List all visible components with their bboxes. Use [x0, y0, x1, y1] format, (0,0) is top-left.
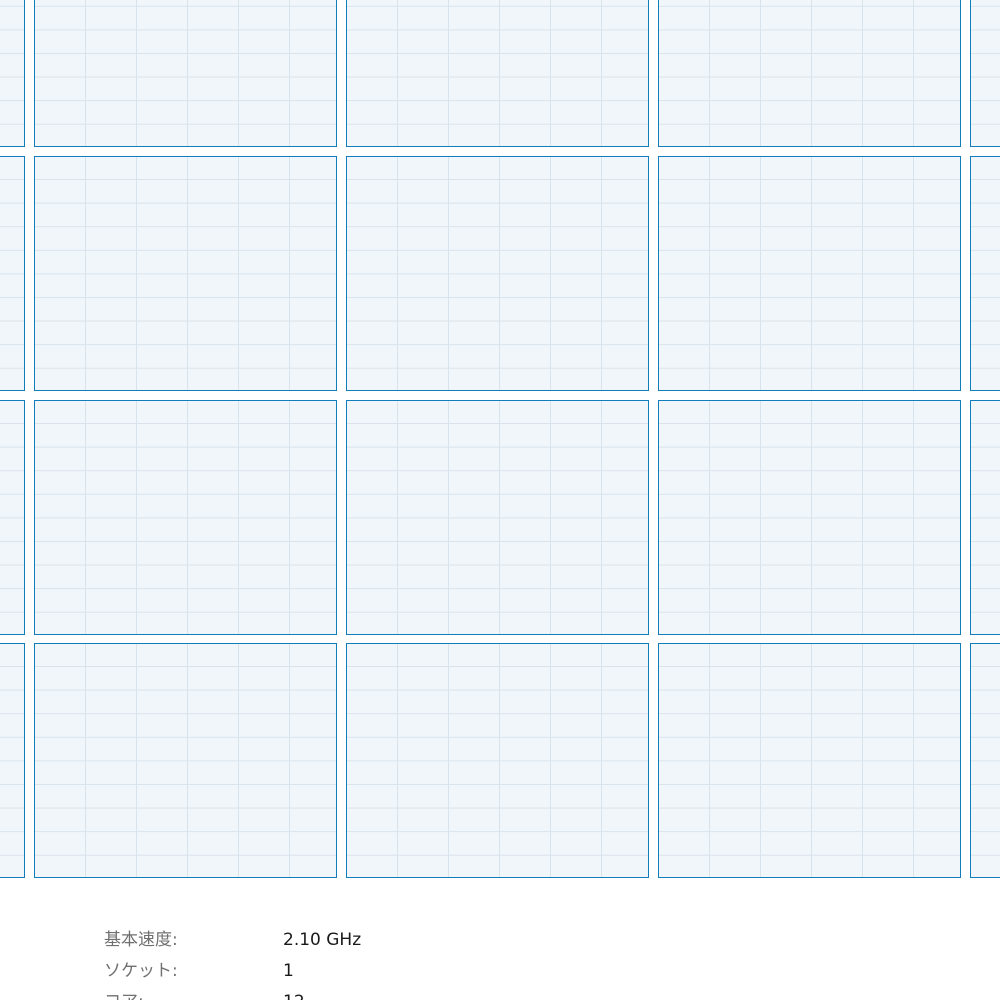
- cpu-graph-r1-c2[interactable]: [34, 0, 337, 147]
- cpu-graph-r3-c4[interactable]: [658, 400, 961, 635]
- cpu-graph-r2-c1[interactable]: [0, 156, 25, 391]
- cores-value: 12: [283, 988, 305, 1000]
- cpu-graph-r1-c3[interactable]: [346, 0, 649, 147]
- sockets-label: ソケット:: [104, 961, 178, 981]
- cpu-graph-r4-c3[interactable]: [346, 643, 649, 878]
- base-speed-label: 基本速度:: [104, 930, 178, 950]
- cpu-graph-r4-c1[interactable]: [0, 643, 25, 878]
- cpu-graph-r1-c4[interactable]: [658, 0, 961, 147]
- cpu-graph-r3-c1[interactable]: [0, 400, 25, 635]
- cores-label: コア:: [104, 988, 144, 1000]
- sockets-value: 1: [283, 961, 294, 981]
- cpu-graph-r4-c2[interactable]: [34, 643, 337, 878]
- cpu-graph-r2-c2[interactable]: [34, 156, 337, 391]
- cpu-graph-r1-c1[interactable]: [0, 0, 25, 147]
- base-speed-value: 2.10 GHz: [283, 930, 362, 950]
- task-manager-cpu-view: 基本速度: 2.10 GHz ソケット: 1 コア: 12: [0, 0, 1000, 1000]
- cpu-graph-r4-c4[interactable]: [658, 643, 961, 878]
- detail-row-sockets: ソケット: 1: [0, 957, 1000, 985]
- logical-processor-graphs: [0, 0, 1000, 878]
- cpu-graph-r4-c5[interactable]: [970, 643, 1000, 878]
- cpu-graph-r3-c5[interactable]: [970, 400, 1000, 635]
- cpu-graph-r2-c3[interactable]: [346, 156, 649, 391]
- cpu-graph-r3-c3[interactable]: [346, 400, 649, 635]
- detail-row-cores: コア: 12: [0, 988, 1000, 1000]
- cpu-graph-r2-c5[interactable]: [970, 156, 1000, 391]
- cpu-graph-r3-c2[interactable]: [34, 400, 337, 635]
- detail-row-base-speed: 基本速度: 2.10 GHz: [0, 926, 1000, 954]
- cpu-graph-r2-c4[interactable]: [658, 156, 961, 391]
- cpu-graph-r1-c5[interactable]: [970, 0, 1000, 147]
- cpu-details-panel: 基本速度: 2.10 GHz ソケット: 1 コア: 12: [0, 878, 1000, 1000]
